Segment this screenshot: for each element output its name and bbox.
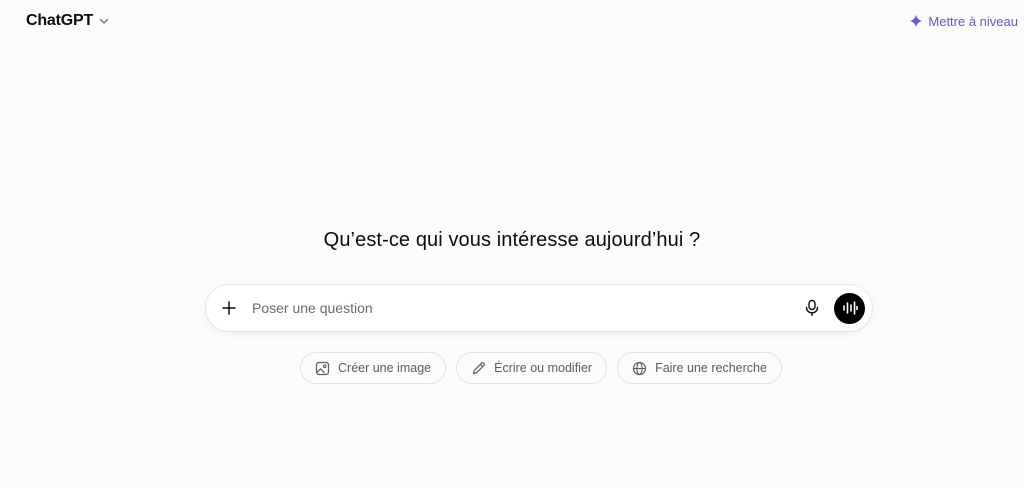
image-icon (314, 360, 330, 376)
microphone-icon (805, 299, 819, 317)
prompt-input[interactable] (250, 292, 798, 324)
page-title: Qu’est-ce qui vous intéresse aujourd’hui… (323, 229, 701, 251)
suggestion-search[interactable]: Faire une recherche (617, 352, 782, 384)
globe-icon (631, 360, 647, 376)
dictate-button[interactable] (798, 294, 826, 322)
waveform-icon (842, 301, 858, 315)
model-name: ChatGPT (26, 12, 94, 29)
chip-label: Faire une recherche (655, 361, 767, 375)
suggestion-chips: Créer une image Écrire ou modifier Faire… (300, 352, 782, 384)
upgrade-label: Mettre à niveau (928, 13, 1018, 29)
chat-page: ChatGPT Mettre à niveau Qu’est-ce qui vo… (0, 0, 1024, 488)
suggestion-write-edit[interactable]: Écrire ou modifier (456, 352, 608, 384)
upgrade-button[interactable]: Mettre à niveau (909, 10, 1018, 32)
voice-mode-button[interactable] (834, 292, 865, 324)
plus-icon (222, 301, 236, 315)
prompt-composer (206, 285, 872, 331)
chip-label: Créer une image (338, 361, 432, 375)
pencil-icon (470, 360, 486, 376)
sparkle-icon (909, 14, 923, 28)
suggestion-create-image[interactable]: Créer une image (300, 352, 447, 384)
chevron-down-icon (97, 14, 111, 28)
model-switcher[interactable]: ChatGPT (22, 9, 115, 33)
attach-button[interactable] (215, 294, 243, 322)
chip-label: Écrire ou modifier (494, 361, 593, 375)
